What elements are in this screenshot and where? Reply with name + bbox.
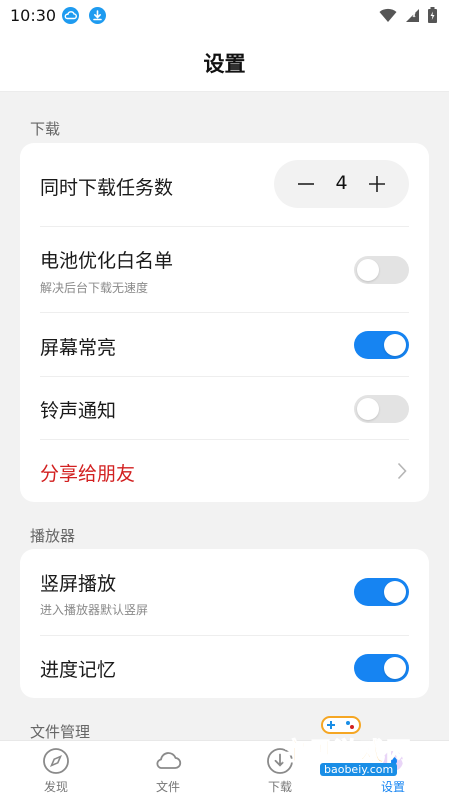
nav-item-discover[interactable]: 发现 [0,741,112,798]
cloud-notification-icon [62,7,79,24]
screen-on-label: 屏幕常亮 [40,337,117,359]
battery-whitelist-toggle[interactable] [354,256,409,284]
wifi-icon [379,8,397,22]
portrait-play-row[interactable]: 竖屏播放 进入播放器默认竖屏 [40,569,409,619]
section-label-player: 播放器 [30,527,76,545]
share-label: 分享给朋友 [40,463,136,485]
section-label-download: 下载 [30,120,61,138]
watermark-logo: 宝贝游戏网 baobeiy.com [270,712,430,782]
portrait-play-label: 竖屏播放 [40,573,117,595]
download-settings-card: 同时下载任务数 4 电池优化白名单 解决后台下载无速度 屏幕常亮 铃声通知 分享… [20,143,429,502]
chevron-right-icon [397,462,407,480]
divider [40,312,409,313]
ringtone-notify-row[interactable]: 铃声通知 [40,395,409,423]
progress-memory-label: 进度记忆 [40,659,117,681]
portrait-play-toggle[interactable] [354,578,409,606]
divider [40,376,409,377]
battery-icon [428,7,437,23]
download-notification-icon [89,7,106,24]
nav-item-files[interactable]: 文件 [112,741,224,798]
watermark-url: baobeiy.com [320,763,398,776]
header: 设置 [0,30,449,92]
toggle-knob [384,334,406,356]
status-time: 10:30 [10,6,57,25]
ringtone-notify-toggle[interactable] [354,395,409,423]
divider [40,439,409,440]
battery-whitelist-subtitle: 解决后台下载无速度 [40,281,149,295]
screen-on-row[interactable]: 屏幕常亮 [40,331,409,359]
signal-icon [406,8,419,22]
concurrent-tasks-stepper: 4 [274,160,409,208]
screen-on-toggle[interactable] [354,331,409,359]
cloud-icon [156,752,182,769]
divider [40,226,409,227]
nav-label-discover: 发现 [43,780,68,794]
battery-whitelist-label: 电池优化白名单 [40,250,174,272]
toggle-knob [384,657,406,679]
share-row[interactable]: 分享给朋友 [40,459,409,485]
plus-icon [369,176,385,192]
toggle-knob [357,259,379,281]
toggle-knob [357,398,379,420]
battery-whitelist-row[interactable]: 电池优化白名单 解决后台下载无速度 [40,246,409,296]
compass-icon [43,748,69,774]
ringtone-notify-label: 铃声通知 [40,400,117,422]
player-settings-card: 竖屏播放 进入播放器默认竖屏 进度记忆 [20,549,429,698]
toggle-knob [384,581,406,603]
divider [40,635,409,636]
increment-button[interactable] [353,160,401,208]
concurrent-tasks-row: 同时下载任务数 4 [40,160,409,208]
page-title: 设置 [203,52,246,76]
nav-label-files: 文件 [155,780,180,794]
progress-memory-toggle[interactable] [354,654,409,682]
section-label-file-management: 文件管理 [30,723,91,741]
status-bar: 10:30 [0,0,449,30]
progress-memory-row[interactable]: 进度记忆 [40,654,409,682]
minus-icon [298,183,314,185]
concurrent-tasks-label: 同时下载任务数 [40,177,174,199]
portrait-play-subtitle: 进入播放器默认竖屏 [40,603,149,617]
